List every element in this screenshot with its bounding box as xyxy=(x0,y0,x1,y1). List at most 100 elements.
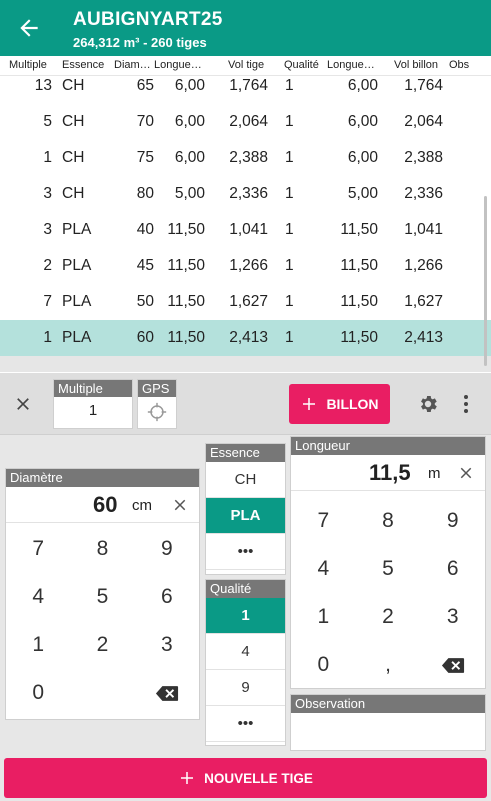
multiple-label: Multiple xyxy=(54,380,132,397)
cell-multiple: 1 xyxy=(43,329,52,346)
diametre-key[interactable]: 4 xyxy=(6,573,70,621)
col-header-vol-tige[interactable]: Vol tige xyxy=(228,59,264,71)
essence-panel: Essence CH PLA ••• xyxy=(205,443,286,575)
longueur-key[interactable]: 0 xyxy=(291,641,356,689)
cell-vol-tige: 2,413 xyxy=(229,329,268,346)
diametre-key[interactable]: 0 xyxy=(6,669,70,717)
essence-option[interactable]: PLA xyxy=(206,498,285,534)
longueur-key[interactable]: 5 xyxy=(356,545,421,593)
table-row[interactable]: 1 PLA 60 11,50 2,413 1 11,50 2,413 xyxy=(0,320,491,356)
table-row[interactable]: 1 CH 75 6,00 2,388 1 6,00 2,388 xyxy=(0,140,491,176)
table-row[interactable]: 5 CH 70 6,00 2,064 1 6,00 2,064 xyxy=(0,104,491,140)
cell-qualite: 1 xyxy=(285,185,294,202)
qualite-option[interactable]: 4 xyxy=(206,634,285,670)
cell-multiple: 1 xyxy=(43,149,52,166)
col-header-longueur-billon[interactable]: Longue… xyxy=(327,59,375,71)
backspace-icon[interactable] xyxy=(420,641,485,689)
longueur-key[interactable]: 9 xyxy=(420,497,485,545)
diametre-keypad: 789 456 123 0 xyxy=(6,525,199,717)
cell-diametre: 50 xyxy=(136,293,154,310)
table-row[interactable]: 7 PLA 50 11,50 1,627 1 11,50 1,627 xyxy=(0,284,491,320)
table-row[interactable]: 13 CH 65 6,00 1,764 1 6,00 1,764 xyxy=(0,76,491,104)
longueur-key[interactable]: 6 xyxy=(420,545,485,593)
col-header-obs[interactable]: Obs xyxy=(449,59,469,71)
cell-essence: CH xyxy=(62,149,85,166)
backspace-icon[interactable] xyxy=(135,669,199,717)
diametre-input[interactable]: 60 cm xyxy=(6,487,199,523)
qualite-option[interactable]: 9 xyxy=(206,670,285,706)
cell-qualite: 1 xyxy=(285,77,294,94)
qualite-option[interactable]: ••• xyxy=(206,706,285,742)
table-scrollbar[interactable] xyxy=(484,196,487,366)
crosshair-icon[interactable] xyxy=(146,401,168,423)
longueur-input[interactable]: 11,5 m xyxy=(291,455,485,491)
tiges-table[interactable]: 13 CH 65 6,00 1,764 1 6,00 1,764 5 CH 70 6,00 2,064 1… xyxy=(0,76,491,372)
close-icon[interactable] xyxy=(13,394,33,414)
cell-vol-billon: 2,336 xyxy=(404,185,443,202)
longueur-keypad: 789 456 123 0, xyxy=(291,497,485,689)
clear-longueur-icon[interactable] xyxy=(457,464,475,482)
longueur-key[interactable]: 4 xyxy=(291,545,356,593)
table-header: Multiple Essence Diam… Longue… Vol tige … xyxy=(0,56,491,76)
essence-option[interactable]: CH xyxy=(206,462,285,498)
qualite-label: Qualité xyxy=(206,580,285,598)
back-arrow-icon[interactable] xyxy=(16,15,42,41)
qualite-option[interactable]: 1 xyxy=(206,598,285,634)
col-header-essence[interactable]: Essence xyxy=(62,59,104,71)
cell-diametre: 65 xyxy=(136,77,154,94)
table-row[interactable]: 3 PLA 40 11,50 1,041 1 11,50 1,041 xyxy=(0,212,491,248)
col-header-vol-billon[interactable]: Vol billon xyxy=(394,59,438,71)
gps-field[interactable]: GPS xyxy=(137,379,177,429)
cell-vol-tige: 2,336 xyxy=(229,185,268,202)
longueur-key[interactable]: 8 xyxy=(356,497,421,545)
cell-vol-tige: 1,764 xyxy=(229,77,268,94)
observation-input[interactable] xyxy=(291,713,485,750)
col-header-multiple[interactable]: Multiple xyxy=(9,59,47,71)
diametre-key[interactable]: 8 xyxy=(70,525,134,573)
col-header-diametre[interactable]: Diam… xyxy=(114,59,151,71)
gear-icon[interactable] xyxy=(417,393,439,415)
diametre-key[interactable]: 9 xyxy=(135,525,199,573)
add-billon-button[interactable]: BILLON xyxy=(289,384,390,424)
col-header-qualite[interactable]: Qualité xyxy=(284,59,319,71)
cell-diametre: 40 xyxy=(136,221,154,238)
more-vert-icon[interactable] xyxy=(462,394,470,414)
longueur-key[interactable]: 1 xyxy=(291,593,356,641)
longueur-key[interactable]: 2 xyxy=(356,593,421,641)
col-header-longueur[interactable]: Longue… xyxy=(154,59,202,71)
cell-multiple: 7 xyxy=(43,293,52,310)
diametre-key[interactable] xyxy=(70,669,134,717)
diametre-key[interactable]: 1 xyxy=(6,621,70,669)
multiple-field[interactable]: Multiple 1 xyxy=(53,379,133,429)
table-row[interactable]: 2 PLA 45 11,50 1,266 1 11,50 1,266 xyxy=(0,248,491,284)
cell-vol-billon: 1,041 xyxy=(404,221,443,238)
cell-longueur-billon: 6,00 xyxy=(347,113,378,130)
cell-longueur-billon: 11,50 xyxy=(340,293,378,310)
diametre-key[interactable]: 5 xyxy=(70,573,134,621)
table-row[interactable]: 3 CH 80 5,00 2,336 1 5,00 2,336 xyxy=(0,176,491,212)
diametre-unit: cm xyxy=(132,497,152,514)
diametre-key[interactable]: 7 xyxy=(6,525,70,573)
multiple-value[interactable]: 1 xyxy=(54,397,132,425)
longueur-key[interactable]: , xyxy=(356,641,421,689)
nouvelle-tige-label: NOUVELLE TIGE xyxy=(204,770,313,786)
essence-label: Essence xyxy=(206,444,285,462)
diametre-key[interactable]: 2 xyxy=(70,621,134,669)
diametre-key[interactable]: 6 xyxy=(135,573,199,621)
cell-longueur: 11,50 xyxy=(167,257,205,274)
app-header: AUBIGNYART25 264,312 m³ - 260 tiges xyxy=(0,0,491,56)
cell-multiple: 3 xyxy=(43,185,52,202)
nouvelle-tige-button[interactable]: NOUVELLE TIGE xyxy=(4,758,487,798)
cell-longueur-billon: 11,50 xyxy=(340,329,378,346)
cell-diametre: 75 xyxy=(136,149,154,166)
cell-longueur-billon: 11,50 xyxy=(340,221,378,238)
longueur-key[interactable]: 3 xyxy=(420,593,485,641)
diametre-panel: Diamètre 60 cm 789 456 123 0 xyxy=(5,468,200,720)
cell-multiple: 5 xyxy=(43,113,52,130)
cell-qualite: 1 xyxy=(285,221,294,238)
diametre-key[interactable]: 3 xyxy=(135,621,199,669)
clear-diametre-icon[interactable] xyxy=(171,496,189,514)
cell-longueur-billon: 6,00 xyxy=(347,149,378,166)
longueur-key[interactable]: 7 xyxy=(291,497,356,545)
essence-option[interactable]: ••• xyxy=(206,534,285,570)
